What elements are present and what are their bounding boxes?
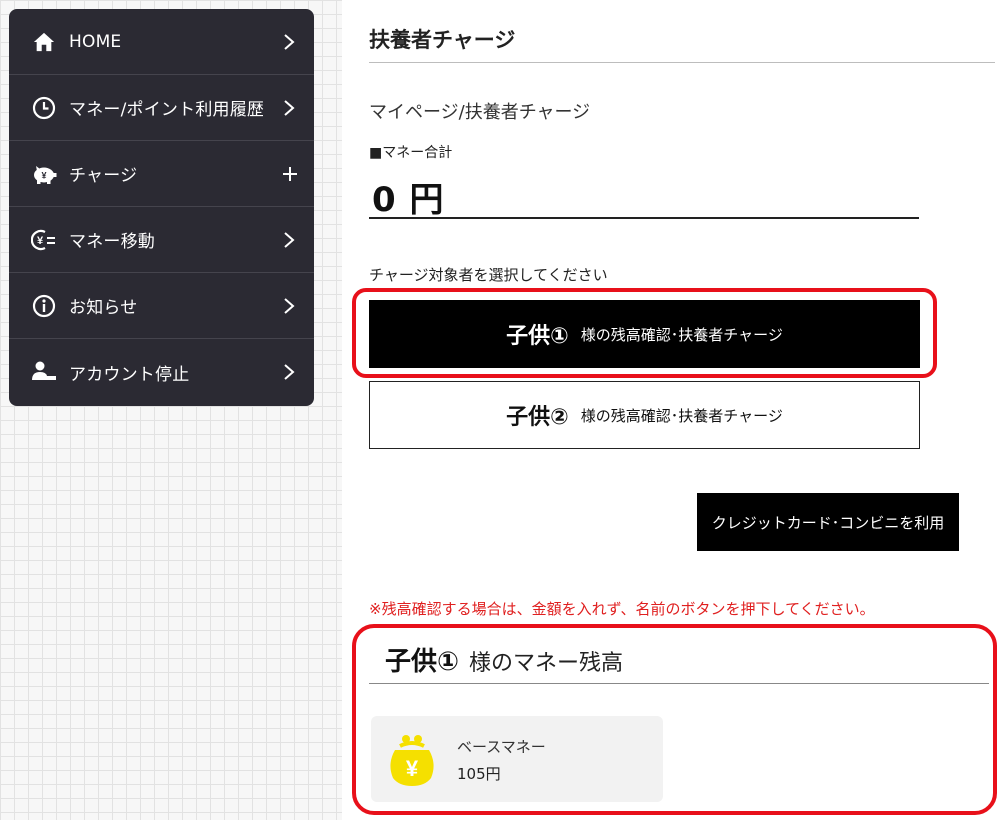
sidebar-item-money-transfer[interactable]: ¥ マネー移動	[9, 207, 314, 273]
sidebar-item-history[interactable]: マネー/ポイント利用履歴	[9, 75, 314, 141]
breadcrumb: マイページ/扶養者チャージ	[369, 102, 591, 123]
sidebar-item-label: お知らせ	[69, 298, 138, 318]
page-title: 扶養者チャージ	[369, 28, 516, 52]
clock-icon	[31, 95, 57, 121]
sidebar-item-charge[interactable]: ¥ チャージ	[9, 141, 314, 207]
child-2-button[interactable]: 子供② 様の残高確認･扶養者チャージ	[369, 381, 920, 449]
plus-icon	[282, 164, 297, 184]
credit-convenience-button[interactable]: クレジットカード･コンビニを利用	[697, 493, 959, 551]
money-total-underline	[369, 217, 919, 219]
select-target-prompt: チャージ対象者を選択してください	[369, 266, 608, 284]
child-name: 子供②	[506, 405, 569, 430]
chevron-right-icon	[282, 296, 296, 316]
child-button-desc: 様の残高確認･扶養者チャージ	[580, 406, 783, 425]
balance-check-notice: ※残高確認する場合は、金額を入れず、名前のボタンを押下してください。	[369, 600, 875, 618]
chevron-right-icon	[282, 362, 296, 382]
sidebar-menu: HOME マネー/ポイント利用履歴 ¥ チャージ ¥ マネー移動 お知らせ アカ…	[9, 9, 314, 406]
svg-text:¥: ¥	[41, 170, 46, 180]
yen-transfer-icon: ¥	[31, 227, 57, 253]
sidebar-item-label: マネー移動	[69, 232, 155, 252]
svg-text:¥: ¥	[37, 235, 44, 247]
sidebar-item-news[interactable]: お知らせ	[9, 273, 314, 339]
home-icon	[31, 29, 57, 55]
highlight-frame-balance	[352, 624, 997, 815]
highlight-frame-child-1	[352, 288, 937, 378]
chevron-right-icon	[282, 230, 296, 250]
chevron-right-icon	[282, 98, 296, 118]
sidebar-item-home[interactable]: HOME	[9, 9, 314, 75]
sidebar-item-label: アカウント停止	[69, 364, 190, 385]
sidebar-item-account-stop[interactable]: アカウント停止	[9, 339, 314, 405]
sidebar-item-label: チャージ	[69, 166, 138, 186]
money-total-amount: 0 円	[372, 180, 445, 220]
info-icon	[31, 293, 57, 319]
sidebar-item-label: HOME	[69, 31, 122, 52]
title-divider	[369, 62, 995, 63]
sidebar-item-label: マネー/ポイント利用履歴	[69, 100, 265, 120]
user-stop-icon	[31, 359, 57, 385]
chevron-right-icon	[282, 32, 296, 52]
piggy-bank-icon: ¥	[31, 161, 57, 187]
money-total-label: ■マネー合計	[369, 145, 453, 161]
